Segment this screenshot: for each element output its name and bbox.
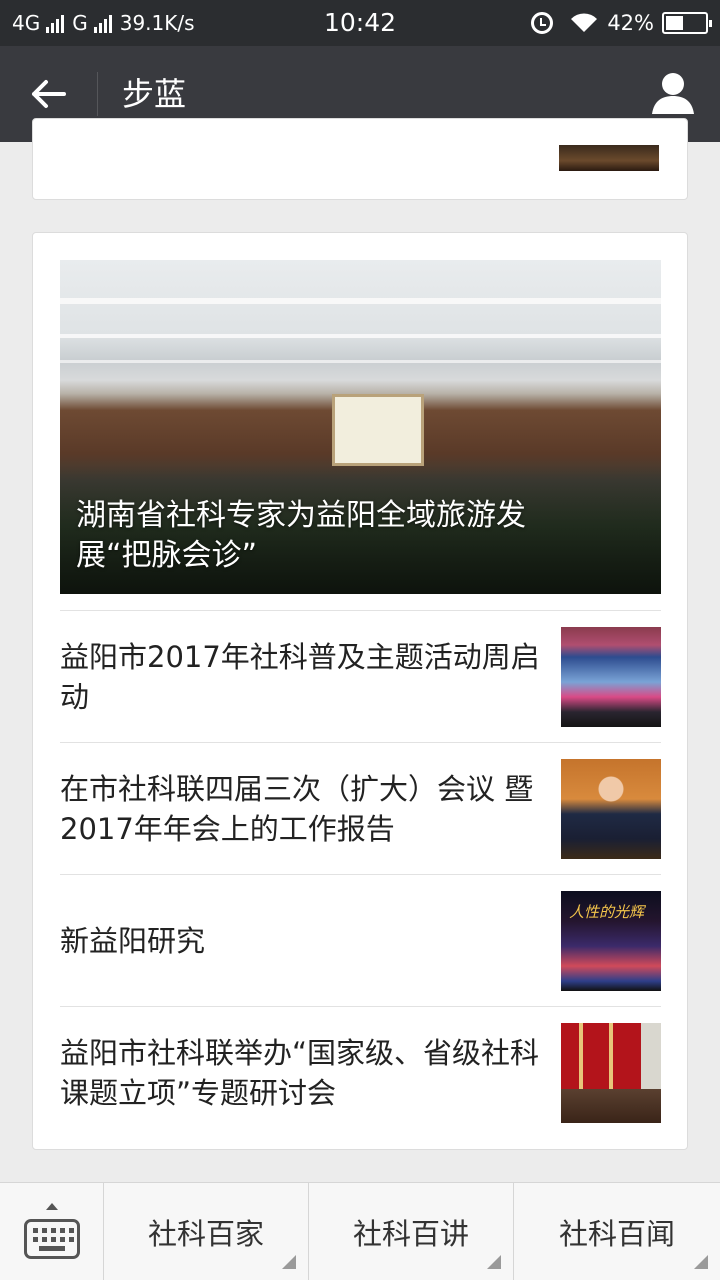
- list-item-thumbnail: [561, 627, 661, 727]
- keyboard-toggle-button[interactable]: [0, 1183, 104, 1280]
- submenu-indicator-icon: [694, 1255, 708, 1269]
- chevron-up-icon: [46, 1203, 58, 1210]
- menu-item-shekebaijia[interactable]: 社科百家: [104, 1183, 309, 1280]
- wifi-icon: [571, 13, 598, 32]
- bottom-menu: 社科百家 社科百讲 社科百闻: [0, 1182, 720, 1280]
- list-item-title: 在市社科联四届三次（扩大）会议 暨2017年年会上的工作报告: [60, 772, 534, 846]
- status-right: 42%: [531, 0, 712, 46]
- article-card: 湖南省社科专家为益阳全域旅游发展“把脉会诊” 益阳市2017年社科普及主题活动周…: [32, 232, 688, 1150]
- list-item-thumbnail: 人性的光辉: [561, 891, 661, 991]
- menu-item-shekebaiwen[interactable]: 社科百闻: [514, 1183, 720, 1280]
- status-bar: 4G G 39.1K/s 10:42 42%: [0, 0, 720, 46]
- list-item-title: 益阳市2017年社科普及主题活动周启动: [60, 640, 540, 714]
- list-item[interactable]: 益阳市社科联举办“国家级、省级社科课题立项”专题研讨会: [60, 1006, 661, 1138]
- list-item-thumbnail: [561, 759, 661, 859]
- battery-icon: [662, 12, 712, 34]
- list-item[interactable]: 在市社科联四届三次（扩大）会议 暨2017年年会上的工作报告: [60, 742, 661, 874]
- list-item-title: 新益阳研究: [60, 924, 206, 958]
- title-divider: [97, 72, 98, 116]
- thumbnail-caption: 人性的光辉: [569, 903, 645, 921]
- list-item[interactable]: 新益阳研究 人性的光辉: [60, 874, 661, 1006]
- back-button[interactable]: [20, 68, 76, 120]
- previous-article-thumbnail: [559, 145, 659, 171]
- list-item[interactable]: 益阳市2017年社科普及主题活动周启动: [60, 610, 661, 742]
- submenu-indicator-icon: [487, 1255, 501, 1269]
- menu-item-label: 社科百讲: [352, 1217, 469, 1251]
- menu-item-shekebaijiang[interactable]: 社科百讲: [309, 1183, 514, 1280]
- battery-percent: 42%: [607, 11, 654, 35]
- alarm-icon: [531, 12, 554, 34]
- hero-projector-screen: [332, 394, 424, 466]
- hero-article[interactable]: 湖南省社科专家为益阳全域旅游发展“把脉会诊”: [60, 260, 661, 594]
- submenu-indicator-icon: [282, 1255, 296, 1269]
- menu-item-label: 社科百家: [147, 1217, 264, 1251]
- arrow-left-icon: [32, 80, 66, 108]
- list-item-title: 益阳市社科联举办“国家级、省级社科课题立项”专题研讨会: [60, 1036, 540, 1110]
- previous-article-card[interactable]: [32, 118, 688, 200]
- menu-item-label: 社科百闻: [558, 1217, 675, 1251]
- hero-title: 湖南省社科专家为益阳全域旅游发展“把脉会诊”: [76, 498, 526, 573]
- profile-button[interactable]: [650, 70, 696, 116]
- person-icon: [652, 73, 694, 114]
- keyboard-icon: [24, 1219, 80, 1259]
- list-item-thumbnail: [561, 1023, 661, 1123]
